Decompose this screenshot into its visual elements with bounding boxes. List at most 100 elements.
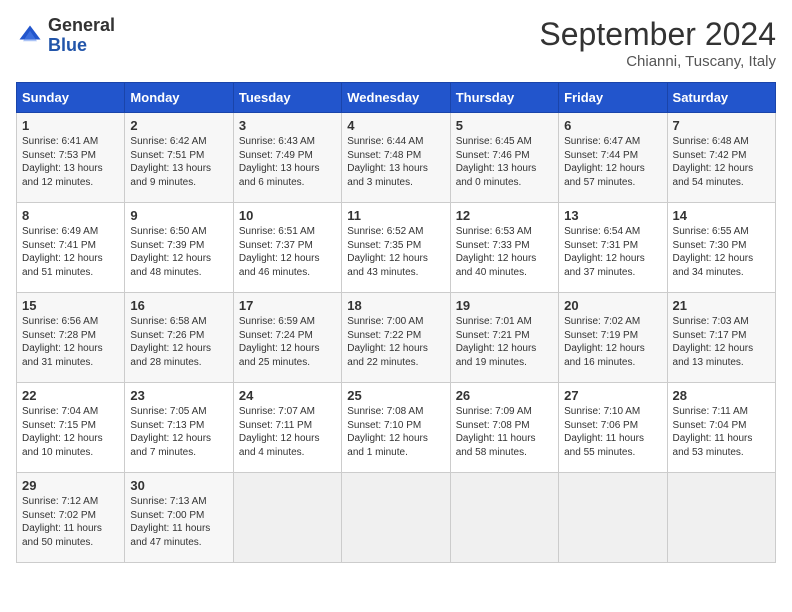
header-row: SundayMondayTuesdayWednesdayThursdayFrid…: [17, 83, 776, 113]
week-row-2: 8Sunrise: 6:49 AMSunset: 7:41 PMDaylight…: [17, 203, 776, 293]
calendar-cell: 17 Sunrise: 6:59 AMSunset: 7:24 PMDayligh…: [233, 293, 341, 383]
calendar-cell: 24 Sunrise: 7:07 AMSunset: 7:11 PMDayligh…: [233, 383, 341, 473]
calendar-cell: 13Sunrise: 6:54 AMSunset: 7:31 PMDayligh…: [559, 203, 667, 293]
cell-details: Sunrise: 6:55 AMSunset: 7:30 PMDaylight:…: [673, 225, 770, 279]
day-header-friday: Friday: [559, 83, 667, 113]
logo-blue: Blue: [48, 35, 87, 55]
calendar-cell: 11 Sunrise: 6:52 AMSunset: 7:35 PMDayligh…: [342, 203, 450, 293]
calendar-cell: 1 Sunrise: 6:41 AMSunset: 7:53 PMDaylight…: [17, 113, 125, 203]
day-number: 27: [564, 388, 661, 403]
cell-details: Sunrise: 6:48 AMSunset: 7:42 PMDaylight:…: [673, 135, 770, 189]
calendar-cell: 12Sunrise: 6:53 AMSunset: 7:33 PMDayligh…: [450, 203, 558, 293]
day-number: 16: [130, 298, 227, 313]
day-number: 5: [456, 118, 553, 133]
day-number: 21: [673, 298, 770, 313]
calendar-cell: 5 Sunrise: 6:45 AMSunset: 7:46 PMDaylight…: [450, 113, 558, 203]
day-header-saturday: Saturday: [667, 83, 775, 113]
calendar-cell: 22 Sunrise: 7:04 AMSunset: 7:15 PMDayligh…: [17, 383, 125, 473]
day-number: 8: [22, 208, 119, 223]
day-number: 9: [130, 208, 227, 223]
day-number: 18: [347, 298, 444, 313]
day-number: 3: [239, 118, 336, 133]
day-number: 30: [130, 478, 227, 493]
day-header-tuesday: Tuesday: [233, 83, 341, 113]
cell-details: Sunrise: 6:52 AMSunset: 7:35 PMDaylight:…: [347, 225, 444, 279]
day-number: 24: [239, 388, 336, 403]
cell-details: Sunrise: 7:12 AMSunset: 7:02 PMDaylight:…: [22, 495, 119, 549]
calendar-cell: 25 Sunrise: 7:08 AMSunset: 7:10 PMDayligh…: [342, 383, 450, 473]
day-number: 17: [239, 298, 336, 313]
calendar-cell: [450, 473, 558, 563]
calendar-cell: [559, 473, 667, 563]
cell-details: Sunrise: 6:51 AMSunset: 7:37 PMDaylight:…: [239, 225, 336, 279]
location-subtitle: Chianni, Tuscany, Italy: [539, 53, 776, 70]
title-block: September 2024 Chianni, Tuscany, Italy: [539, 16, 776, 70]
logo-text: General Blue: [48, 16, 115, 56]
calendar-cell: 15Sunrise: 6:56 AMSunset: 7:28 PMDayligh…: [17, 293, 125, 383]
day-number: 14: [673, 208, 770, 223]
calendar-cell: [667, 473, 775, 563]
calendar-cell: 18Sunrise: 7:00 AMSunset: 7:22 PMDayligh…: [342, 293, 450, 383]
cell-details: Sunrise: 7:05 AMSunset: 7:13 PMDaylight:…: [130, 405, 227, 459]
day-number: 1: [22, 118, 119, 133]
week-row-1: 1 Sunrise: 6:41 AMSunset: 7:53 PMDaylight…: [17, 113, 776, 203]
logo: General Blue: [16, 16, 115, 56]
calendar-cell: 19 Sunrise: 7:01 AMSunset: 7:21 PMDayligh…: [450, 293, 558, 383]
calendar-cell: 16 Sunrise: 6:58 AMSunset: 7:26 PMDayligh…: [125, 293, 233, 383]
cell-details: Sunrise: 7:01 AMSunset: 7:21 PMDaylight:…: [456, 315, 553, 369]
day-number: 26: [456, 388, 553, 403]
cell-details: Sunrise: 6:42 AMSunset: 7:51 PMDaylight:…: [130, 135, 227, 189]
day-number: 20: [564, 298, 661, 313]
calendar-cell: 10Sunrise: 6:51 AMSunset: 7:37 PMDayligh…: [233, 203, 341, 293]
cell-details: Sunrise: 7:13 AMSunset: 7:00 PMDaylight:…: [130, 495, 227, 549]
calendar-cell: 3 Sunrise: 6:43 AMSunset: 7:49 PMDaylight…: [233, 113, 341, 203]
calendar-cell: 7 Sunrise: 6:48 AMSunset: 7:42 PMDaylight…: [667, 113, 775, 203]
calendar-cell: 4 Sunrise: 6:44 AMSunset: 7:48 PMDaylight…: [342, 113, 450, 203]
day-number: 2: [130, 118, 227, 133]
cell-details: Sunrise: 7:07 AMSunset: 7:11 PMDaylight:…: [239, 405, 336, 459]
day-header-sunday: Sunday: [17, 83, 125, 113]
day-number: 7: [673, 118, 770, 133]
day-number: 6: [564, 118, 661, 133]
calendar-cell: 23 Sunrise: 7:05 AMSunset: 7:13 PMDayligh…: [125, 383, 233, 473]
calendar-cell: 30 Sunrise: 7:13 AMSunset: 7:00 PMDayligh…: [125, 473, 233, 563]
day-number: 23: [130, 388, 227, 403]
cell-details: Sunrise: 6:43 AMSunset: 7:49 PMDaylight:…: [239, 135, 336, 189]
day-header-monday: Monday: [125, 83, 233, 113]
calendar-cell: 9Sunrise: 6:50 AMSunset: 7:39 PMDaylight…: [125, 203, 233, 293]
calendar-cell: 27 Sunrise: 7:10 AMSunset: 7:06 PMDayligh…: [559, 383, 667, 473]
cell-details: Sunrise: 7:03 AMSunset: 7:17 PMDaylight:…: [673, 315, 770, 369]
day-number: 25: [347, 388, 444, 403]
day-header-thursday: Thursday: [450, 83, 558, 113]
page-header: General Blue September 2024 Chianni, Tus…: [16, 16, 776, 70]
cell-details: Sunrise: 6:56 AMSunset: 7:28 PMDaylight:…: [22, 315, 119, 369]
day-number: 13: [564, 208, 661, 223]
cell-details: Sunrise: 6:59 AMSunset: 7:24 PMDaylight:…: [239, 315, 336, 369]
calendar-cell: 2 Sunrise: 6:42 AMSunset: 7:51 PMDaylight…: [125, 113, 233, 203]
calendar-cell: 26 Sunrise: 7:09 AMSunset: 7:08 PMDayligh…: [450, 383, 558, 473]
calendar-cell: 21 Sunrise: 7:03 AMSunset: 7:17 PMDayligh…: [667, 293, 775, 383]
cell-details: Sunrise: 7:11 AMSunset: 7:04 PMDaylight:…: [673, 405, 770, 459]
cell-details: Sunrise: 7:04 AMSunset: 7:15 PMDaylight:…: [22, 405, 119, 459]
cell-details: Sunrise: 7:10 AMSunset: 7:06 PMDaylight:…: [564, 405, 661, 459]
day-number: 28: [673, 388, 770, 403]
day-number: 19: [456, 298, 553, 313]
cell-details: Sunrise: 7:08 AMSunset: 7:10 PMDaylight:…: [347, 405, 444, 459]
calendar-cell: 20Sunrise: 7:02 AMSunset: 7:19 PMDayligh…: [559, 293, 667, 383]
cell-details: Sunrise: 6:58 AMSunset: 7:26 PMDaylight:…: [130, 315, 227, 369]
day-number: 11: [347, 208, 444, 223]
calendar-cell: 14 Sunrise: 6:55 AMSunset: 7:30 PMDayligh…: [667, 203, 775, 293]
calendar-cell: 8Sunrise: 6:49 AMSunset: 7:41 PMDaylight…: [17, 203, 125, 293]
calendar-cell: 28 Sunrise: 7:11 AMSunset: 7:04 PMDayligh…: [667, 383, 775, 473]
day-number: 29: [22, 478, 119, 493]
calendar-table: SundayMondayTuesdayWednesdayThursdayFrid…: [16, 82, 776, 563]
day-number: 22: [22, 388, 119, 403]
calendar-cell: [342, 473, 450, 563]
day-number: 4: [347, 118, 444, 133]
calendar-cell: [233, 473, 341, 563]
cell-details: Sunrise: 6:45 AMSunset: 7:46 PMDaylight:…: [456, 135, 553, 189]
cell-details: Sunrise: 7:09 AMSunset: 7:08 PMDaylight:…: [456, 405, 553, 459]
cell-details: Sunrise: 6:44 AMSunset: 7:48 PMDaylight:…: [347, 135, 444, 189]
calendar-cell: 6Sunrise: 6:47 AMSunset: 7:44 PMDaylight…: [559, 113, 667, 203]
cell-details: Sunrise: 6:41 AMSunset: 7:53 PMDaylight:…: [22, 135, 119, 189]
